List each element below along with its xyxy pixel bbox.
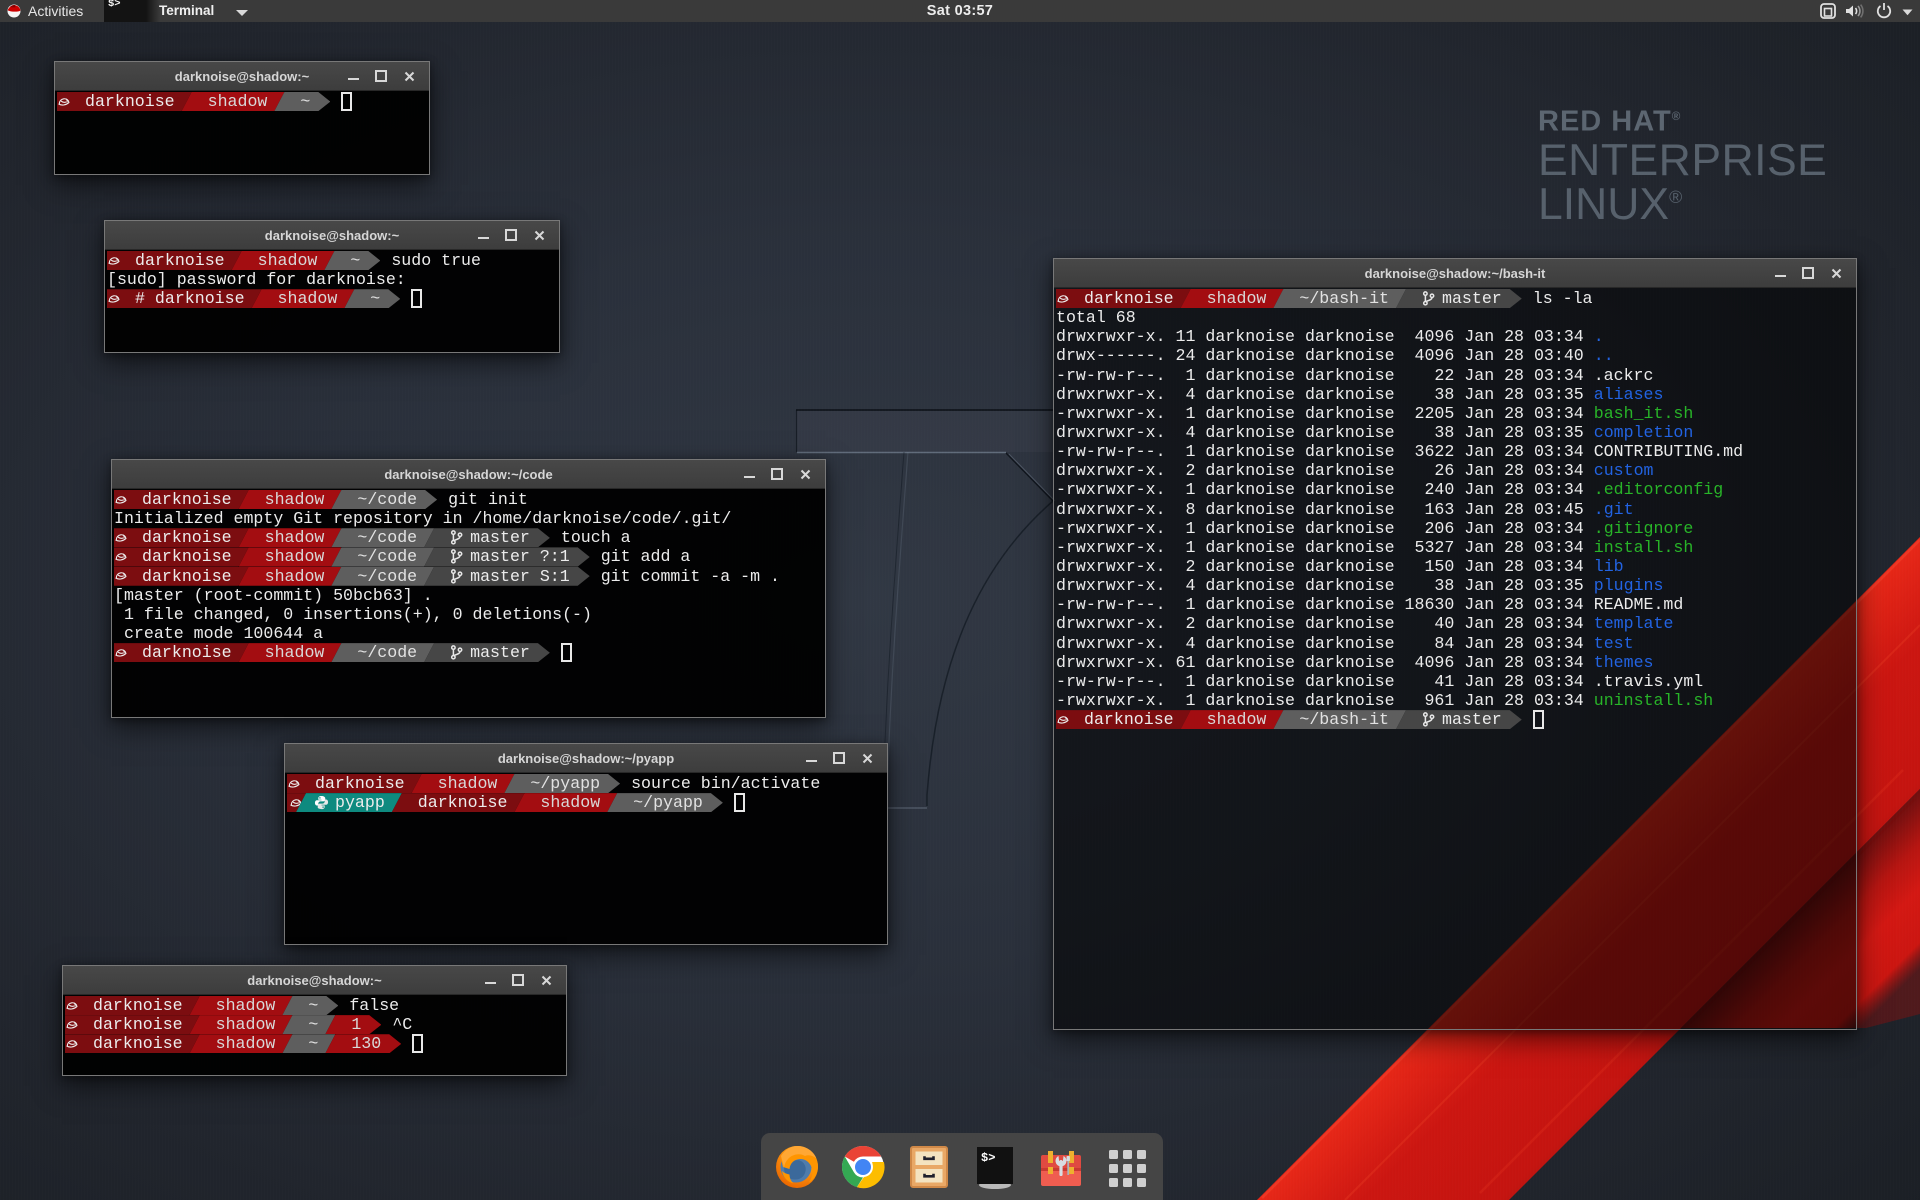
svg-text:$>: $> (981, 1151, 995, 1165)
